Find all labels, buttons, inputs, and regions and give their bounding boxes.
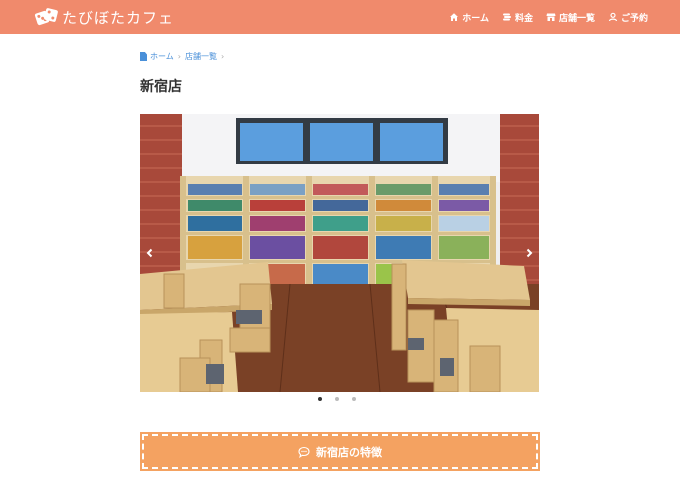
- carousel-dot[interactable]: [318, 397, 322, 401]
- carousel-dot[interactable]: [335, 397, 339, 401]
- home-icon: [449, 12, 459, 22]
- breadcrumb-stores[interactable]: 店舗一覧: [185, 51, 217, 62]
- dice-icon: [34, 7, 59, 26]
- carousel-prev-arrow-icon[interactable]: [143, 246, 157, 260]
- breadcrumb-home[interactable]: ホーム: [150, 51, 174, 62]
- coins-icon: [502, 12, 512, 22]
- nav-item-label: 店舗一覧: [558, 13, 595, 24]
- nav-item-stores[interactable]: 店舗一覧: [546, 11, 595, 24]
- main-nav: ホーム 料金 店舗一覧 ご予約: [449, 0, 648, 34]
- nav-item-price[interactable]: 料金: [502, 11, 533, 24]
- chat-bubble-icon: [298, 446, 310, 458]
- site-logo[interactable]: たびぼたカフェ: [34, 6, 175, 28]
- carousel-pagination: [318, 397, 356, 401]
- user-icon: [608, 12, 618, 22]
- carousel-dot[interactable]: [352, 397, 356, 401]
- chevron-right-icon: ›: [220, 52, 225, 61]
- feature-section-button[interactable]: 新宿店の特徴: [140, 432, 540, 471]
- nav-item-label: ご予約: [620, 13, 648, 24]
- breadcrumb: ホーム › 店舗一覧 ›: [140, 51, 228, 62]
- feature-section-label: 新宿店の特徴: [316, 445, 382, 459]
- cafe-interior-photo: [140, 114, 539, 392]
- chevron-right-icon: ›: [177, 52, 181, 61]
- nav-item-home[interactable]: ホーム: [449, 11, 489, 24]
- store-icon: [546, 12, 556, 22]
- logo-text: たびぼたカフェ: [62, 8, 175, 27]
- site-header: たびぼたカフェ ホーム 料金 店舗一覧 ご予約: [0, 0, 680, 34]
- carousel-next-arrow-icon[interactable]: [522, 246, 536, 260]
- nav-item-label: 料金: [514, 13, 533, 24]
- image-carousel[interactable]: [140, 114, 539, 392]
- page-title: 新宿店: [140, 79, 182, 95]
- nav-item-reservation[interactable]: ご予約: [608, 11, 648, 24]
- document-icon: [140, 52, 147, 61]
- nav-item-label: ホーム: [462, 13, 489, 24]
